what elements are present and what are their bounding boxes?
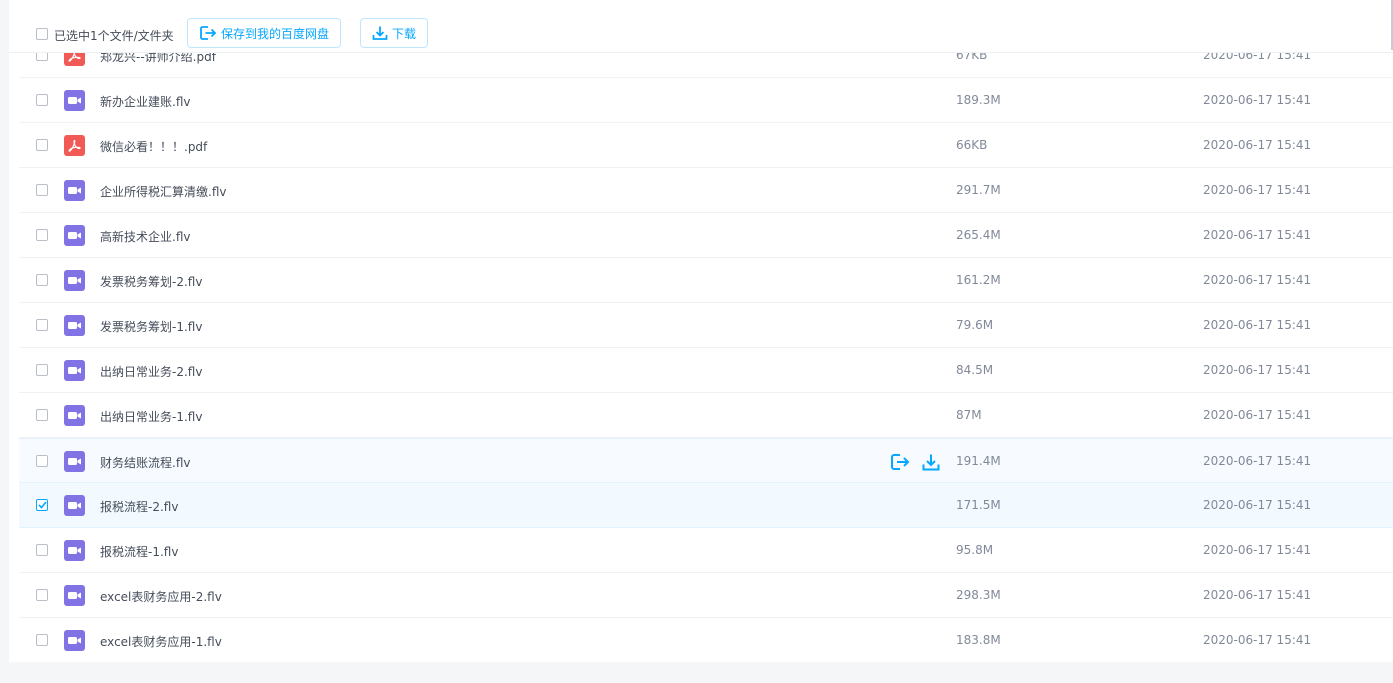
file-size: 183.8M [956,633,1001,647]
file-name[interactable]: 发票税务筹划-1.flv [100,318,202,335]
row-checkbox[interactable] [36,544,48,556]
table-row[interactable]: excel表财务应用-1.flv 183.8M 2020-06-17 15:41 [19,618,1393,662]
row-checkbox[interactable] [36,229,48,241]
table-row-selected[interactable]: 报税流程-2.flv 171.5M 2020-06-17 15:41 [19,483,1393,528]
table-row[interactable]: 报税流程-1.flv 95.8M 2020-06-17 15:41 [19,528,1393,573]
file-name[interactable]: excel表财务应用-1.flv [100,633,222,650]
table-row[interactable]: 高新技术企业.flv 265.4M 2020-06-17 15:41 [19,213,1393,258]
file-size: 66KB [956,138,988,152]
download-label: 下载 [392,26,417,41]
download-icon [372,26,388,40]
file-date: 2020-06-17 15:41 [1203,588,1312,602]
row-checkbox[interactable] [36,184,48,196]
video-file-icon [64,315,85,336]
file-date: 2020-06-17 15:41 [1203,454,1312,468]
video-file-icon [64,90,85,111]
file-size: 79.6M [956,318,994,332]
row-checkbox[interactable] [36,455,48,467]
row-actions [890,453,940,471]
video-file-icon [64,540,85,561]
save-to-netdisk-icon [200,26,217,40]
file-date: 2020-06-17 15:41 [1203,543,1312,557]
video-file-icon [64,405,85,426]
file-list: 郑龙兴--讲师介绍.pdf 67KB 2020-06-17 15:41 新办企业… [19,33,1393,662]
file-name[interactable]: 企业所得税汇算清缴.flv [100,183,226,200]
video-file-icon [64,630,85,651]
video-file-icon [64,495,85,516]
file-name[interactable]: 新办企业建账.flv [100,93,190,110]
file-size: 189.3M [956,93,1001,107]
file-date: 2020-06-17 15:41 [1203,183,1312,197]
table-row[interactable]: 企业所得税汇算清缴.flv 291.7M 2020-06-17 15:41 [19,168,1393,213]
video-file-icon [64,360,85,381]
file-size: 191.4M [956,454,1001,468]
file-size: 291.7M [956,183,1001,197]
table-row[interactable]: 发票税务筹划-1.flv 79.6M 2020-06-17 15:41 [19,303,1393,348]
table-row[interactable]: 新办企业建账.flv 189.3M 2020-06-17 15:41 [19,78,1393,123]
file-date: 2020-06-17 15:41 [1203,363,1312,377]
selection-count-label: 已选中1个文件/文件夹 [54,29,174,43]
download-button[interactable]: 下载 [360,18,429,48]
file-name[interactable]: excel表财务应用-2.flv [100,588,222,605]
file-name[interactable]: 发票税务筹划-2.flv [100,273,202,290]
file-date: 2020-06-17 15:41 [1203,273,1312,287]
file-name[interactable]: 财务结账流程.flv [100,454,190,471]
file-name[interactable]: 出纳日常业务-2.flv [100,363,202,380]
file-date: 2020-06-17 15:41 [1203,408,1312,422]
download-icon[interactable] [922,453,940,471]
file-name[interactable]: 报税流程-1.flv [100,543,178,560]
row-checkbox[interactable] [36,634,48,646]
row-checkbox[interactable] [36,94,48,106]
file-name[interactable]: 高新技术企业.flv [100,228,190,245]
row-checkbox[interactable] [36,139,48,151]
table-row[interactable]: 发票税务筹划-2.flv 161.2M 2020-06-17 15:41 [19,258,1393,303]
save-to-netdisk-icon[interactable] [890,453,910,471]
file-name[interactable]: 出纳日常业务-1.flv [100,408,202,425]
video-file-icon [64,451,85,472]
select-all-checkbox[interactable] [36,28,48,40]
file-date: 2020-06-17 15:41 [1203,228,1312,242]
file-date: 2020-06-17 15:41 [1203,138,1312,152]
file-size: 298.3M [956,588,1001,602]
table-row[interactable]: excel表财务应用-2.flv 298.3M 2020-06-17 15:41 [19,573,1393,618]
check-icon [38,501,47,509]
file-size: 161.2M [956,273,1001,287]
row-checkbox[interactable] [36,409,48,421]
row-checkbox-checked[interactable] [36,499,48,511]
row-checkbox[interactable] [36,364,48,376]
save-to-netdisk-label: 保存到我的百度网盘 [221,26,330,41]
file-name[interactable]: 报税流程-2.flv [100,498,178,515]
row-checkbox[interactable] [36,274,48,286]
row-checkbox[interactable] [36,319,48,331]
video-file-icon [64,585,85,606]
video-file-icon [64,225,85,246]
table-row[interactable]: 出纳日常业务-2.flv 84.5M 2020-06-17 15:41 [19,348,1393,393]
video-file-icon [64,180,85,201]
table-row[interactable]: 微信必看！！！.pdf 66KB 2020-06-17 15:41 [19,123,1393,168]
file-list-panel: 已选中1个文件/文件夹 保存到我的百度网盘 下载 郑龙兴--讲师介绍.pdf 6… [9,0,1393,662]
file-date: 2020-06-17 15:41 [1203,498,1312,512]
file-date: 2020-06-17 15:41 [1203,93,1312,107]
toolbar: 已选中1个文件/文件夹 保存到我的百度网盘 下载 [9,0,1393,53]
save-to-netdisk-button[interactable]: 保存到我的百度网盘 [187,18,342,48]
file-date: 2020-06-17 15:41 [1203,633,1312,647]
table-row[interactable]: 出纳日常业务-1.flv 87M 2020-06-17 15:41 [19,393,1393,438]
video-file-icon [64,270,85,291]
file-date: 2020-06-17 15:41 [1203,318,1312,332]
table-row-hovered[interactable]: 财务结账流程.flv 191.4M 2020-06-17 15:41 [19,438,1393,483]
pdf-file-icon [64,135,85,156]
file-size: 265.4M [956,228,1001,242]
file-name[interactable]: 微信必看！！！.pdf [100,138,207,155]
file-size: 171.5M [956,498,1001,512]
file-size: 87M [956,408,982,422]
file-size: 95.8M [956,543,994,557]
row-checkbox[interactable] [36,589,48,601]
file-size: 84.5M [956,363,994,377]
